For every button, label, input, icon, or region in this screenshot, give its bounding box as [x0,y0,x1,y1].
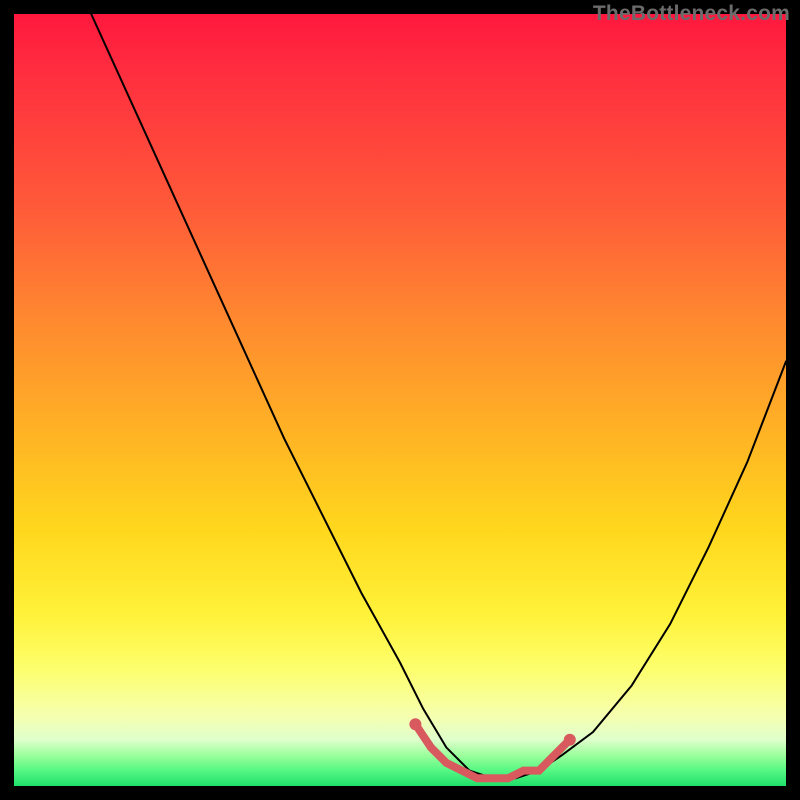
highlight-markers [409,718,575,746]
bottleneck-curve-path [91,14,786,778]
highlight-endpoint-marker [409,718,421,730]
bottom-highlight-path [415,724,569,778]
highlight-endpoint-marker [564,734,576,746]
chart-svg [14,14,786,786]
highlight-layer [415,724,569,778]
chart-frame: TheBottleneck.com [0,0,800,800]
curve-layer [91,14,786,778]
